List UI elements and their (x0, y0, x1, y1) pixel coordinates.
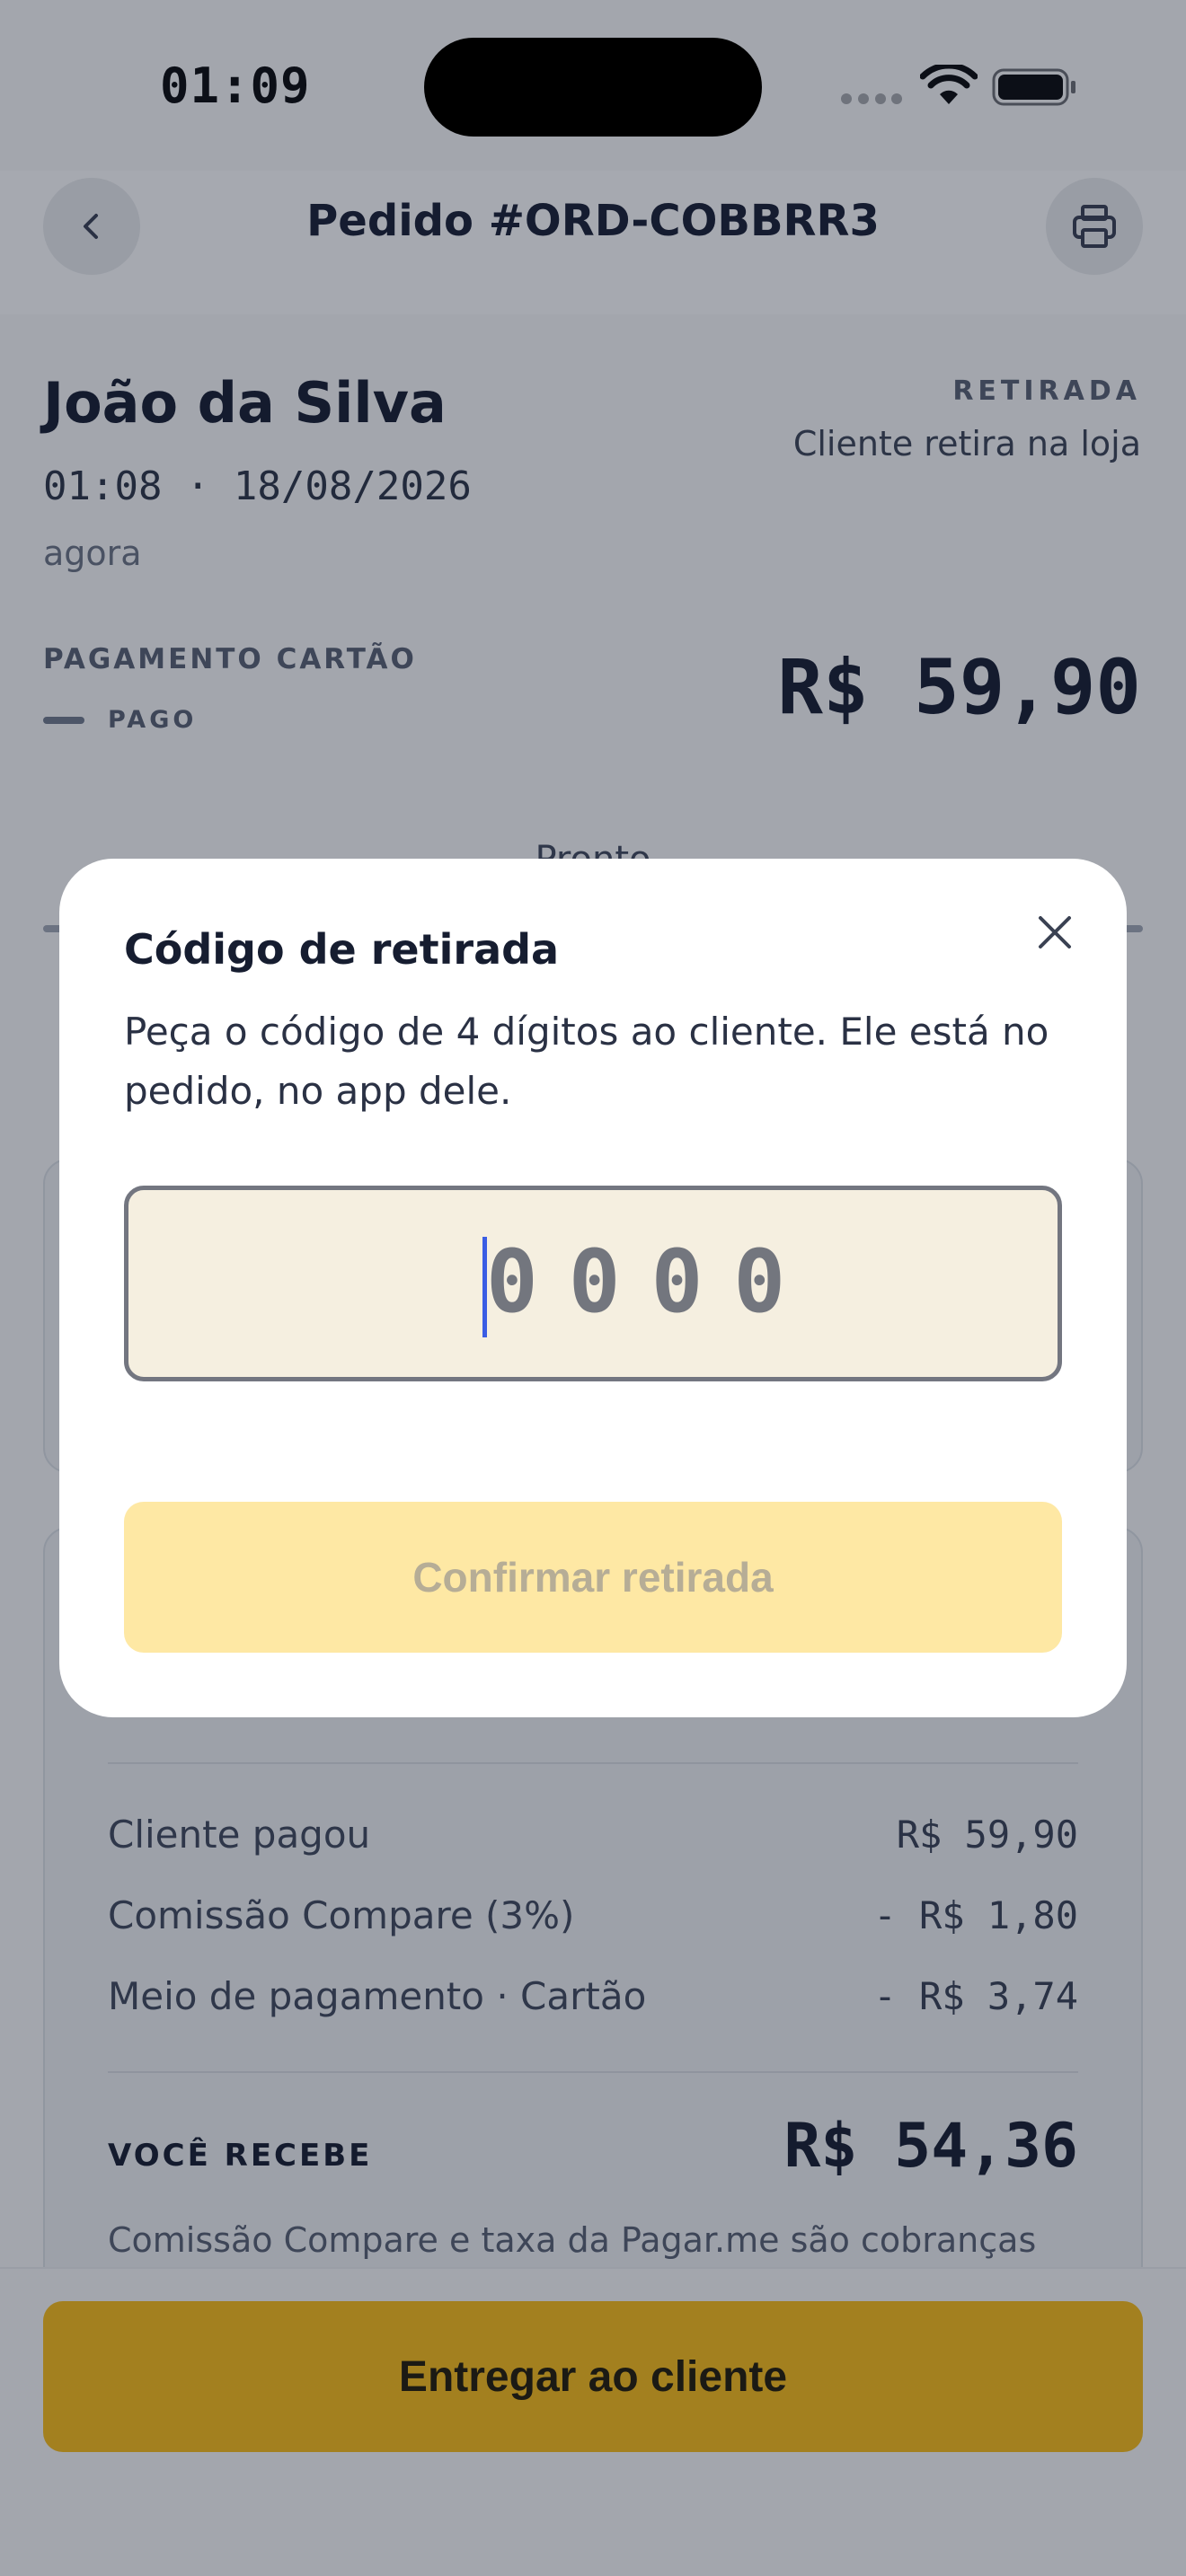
breakdown-row-label: Meio de pagamento · Cartão (108, 1974, 647, 2018)
order-datetime: 01:08 · 18/08/2026 (43, 463, 472, 509)
breakdown-row-label: Cliente pagou (108, 1813, 371, 1857)
divider (108, 1762, 1078, 1764)
you-receive-label: VOCÊ RECEBE (108, 2138, 373, 2174)
fulfillment-description: Cliente retira na loja (792, 424, 1141, 463)
deliver-button-label: Entregar ao cliente (398, 2352, 788, 2401)
printer-icon (1073, 205, 1116, 248)
battery-icon (992, 68, 1075, 106)
breakdown-row-value: - R$ 1,80 (873, 1893, 1078, 1937)
breakdown-row-value: - R$ 3,74 (873, 1974, 1078, 2018)
payment-method: PAGAMENTO CARTÃO (43, 643, 417, 675)
dynamic-island (424, 38, 762, 137)
payment-status-indicator (43, 716, 84, 724)
customer-name: João da Silva (43, 370, 447, 436)
code-placeholder: 0000 (486, 1231, 817, 1332)
print-button[interactable] (1046, 178, 1143, 275)
deliver-to-customer-button[interactable]: Entregar ao cliente (43, 2301, 1143, 2452)
confirm-pickup-button[interactable]: Confirmar retirada (124, 1502, 1062, 1653)
pickup-code-modal: Código de retirada Peça o código de 4 dí… (59, 859, 1127, 1717)
status-bar: 01:09 (0, 0, 1186, 171)
breakdown-row-value: R$ 59,90 (896, 1813, 1078, 1857)
payment-status: PAGO (43, 706, 197, 734)
divider (108, 2071, 1078, 2073)
confirm-button-label: Confirmar retirada (412, 1554, 774, 1601)
payment-status-label: PAGO (108, 706, 198, 734)
fulfillment-type: RETIRADA (952, 375, 1141, 407)
close-icon (1039, 916, 1071, 948)
wifi-icon (920, 65, 978, 104)
app-header: Pedido #ORD-COBBRR3 (0, 171, 1186, 314)
breakdown-row-label: Comissão Compare (3%) (108, 1893, 575, 1937)
modal-title: Código de retirada (124, 925, 560, 974)
status-time: 01:09 (160, 57, 311, 114)
order-relative-time: agora (43, 534, 142, 573)
page-title: Pedido #ORD-COBBRR3 (306, 196, 880, 246)
pickup-code-input[interactable]: 0000 (124, 1186, 1062, 1381)
modal-description: Peça o código de 4 dígitos ao cliente. E… (124, 1010, 1049, 1113)
fee-note: Comissão Compare e taxa da Pagar.me são … (108, 2220, 1037, 2260)
order-total: R$ 59,90 (777, 643, 1141, 731)
close-button[interactable] (1028, 905, 1082, 959)
you-receive-value: R$ 54,36 (783, 2111, 1078, 2182)
cellular-signal-icon (841, 93, 902, 106)
